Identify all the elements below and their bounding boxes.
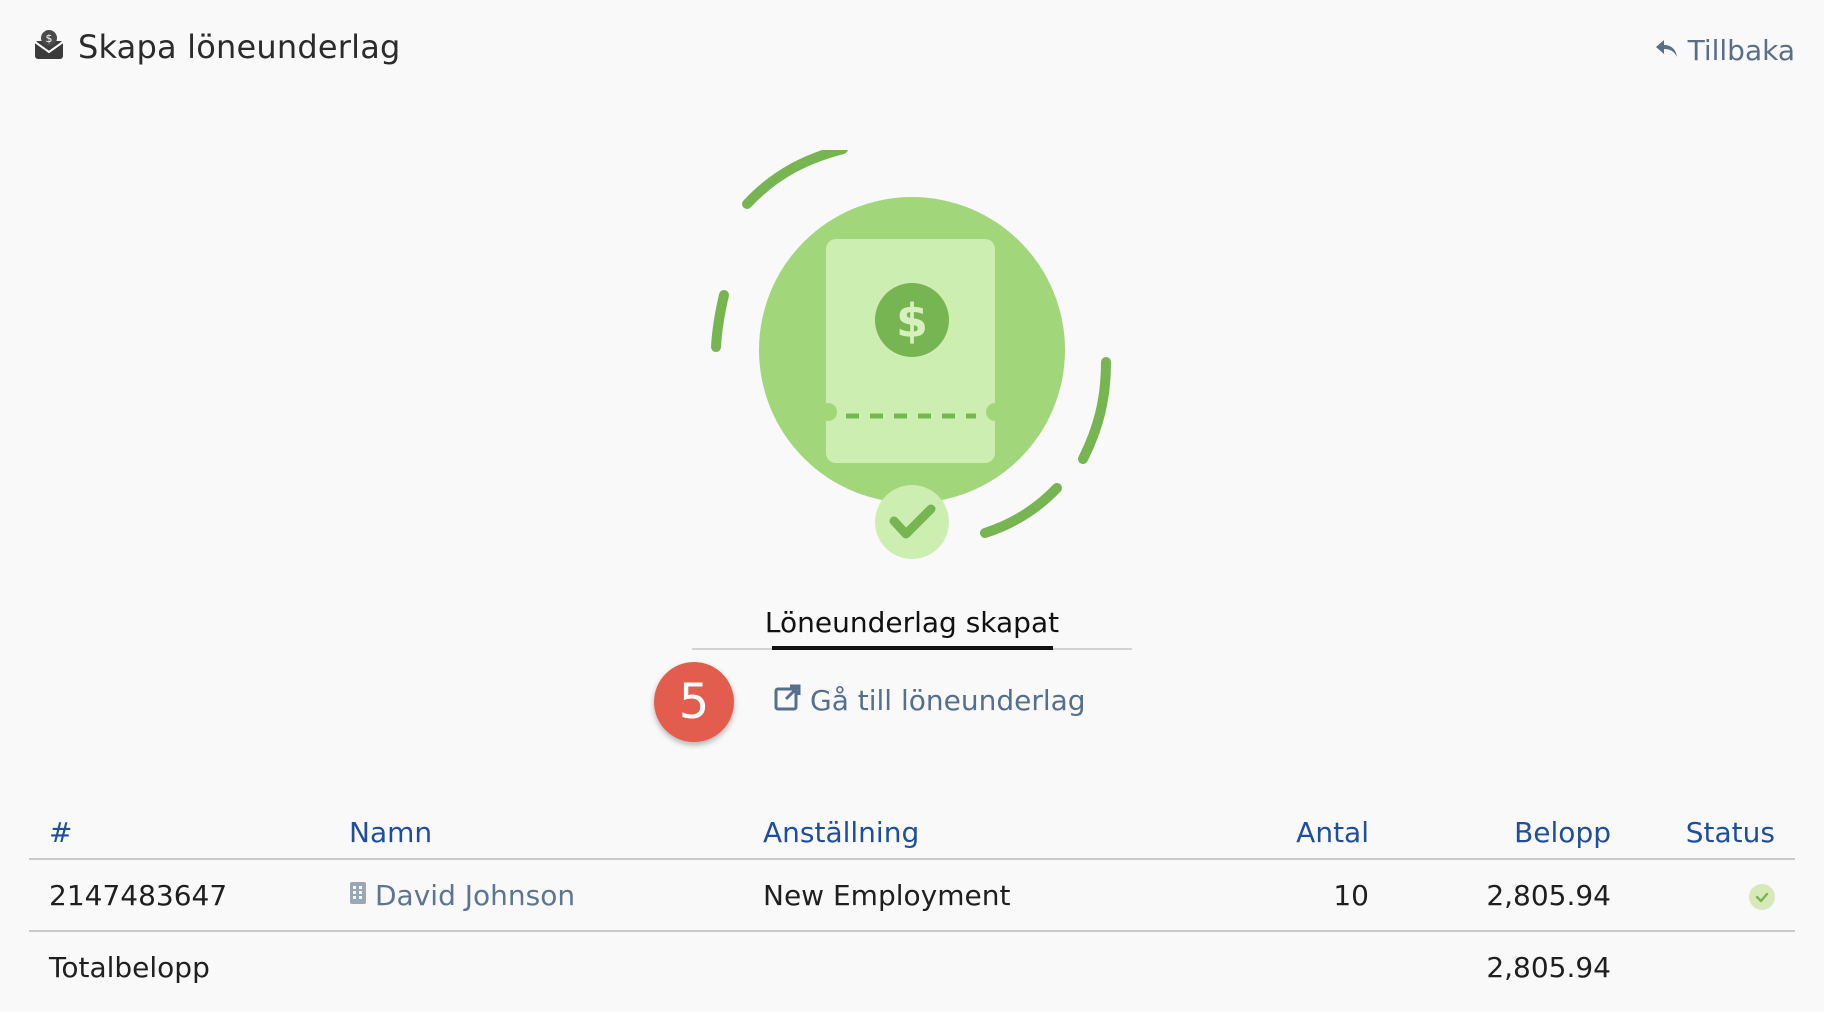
employee-name: David Johnson (375, 878, 576, 912)
employee-link[interactable]: David Johnson (349, 879, 575, 912)
page-header: $ Skapa löneunderlag (32, 28, 401, 66)
row-employment: New Employment (763, 878, 1011, 912)
column-header-name: Namn (349, 816, 433, 849)
table-row: 2147483647 David Johnson New Employment (29, 860, 1795, 932)
total-label: Totalbelopp (49, 950, 210, 984)
status-underline (772, 646, 1053, 650)
page-title: Skapa löneunderlag (78, 28, 401, 66)
column-header-status: Status (1685, 816, 1775, 849)
payroll-success-page: $ Skapa löneunderlag Tillbaka $ Löneunde… (0, 0, 1824, 1012)
row-id: 2147483647 (49, 878, 228, 912)
total-amount: 2,805.94 (1486, 950, 1611, 984)
success-check-icon (1749, 883, 1775, 910)
status-title: Löneunderlag skapat (764, 606, 1060, 639)
svg-text:$: $ (896, 294, 928, 348)
reply-arrow-icon (1654, 34, 1680, 67)
step-badge: 5 (654, 662, 734, 742)
external-link-icon (774, 683, 802, 718)
column-header-amount: Belopp (1514, 816, 1611, 849)
payroll-table: # Namn Anställning Antal Belopp Status 2… (29, 808, 1795, 1002)
row-amount: 2,805.94 (1486, 878, 1611, 912)
row-name-cell[interactable]: David Johnson (349, 879, 763, 912)
go-to-payroll-link[interactable]: Gå till löneunderlag (774, 683, 1086, 718)
success-illustration: $ (700, 144, 1130, 570)
total-row: Totalbelopp 2,805.94 (29, 932, 1795, 1002)
row-status (1611, 879, 1795, 912)
money-envelope-icon: $ (32, 28, 66, 66)
back-link-label: Tillbaka (1687, 34, 1795, 67)
building-icon (349, 879, 367, 912)
column-header-count: Antal (1296, 816, 1369, 849)
table-header-row: # Namn Anställning Antal Belopp Status (29, 808, 1795, 860)
go-to-payroll-label: Gå till löneunderlag (810, 684, 1086, 717)
column-header-employment: Anställning (763, 816, 920, 849)
column-header-id: # (49, 816, 73, 849)
svg-text:$: $ (46, 32, 53, 45)
row-count: 10 (1333, 878, 1369, 912)
back-link[interactable]: Tillbaka (1654, 34, 1795, 67)
